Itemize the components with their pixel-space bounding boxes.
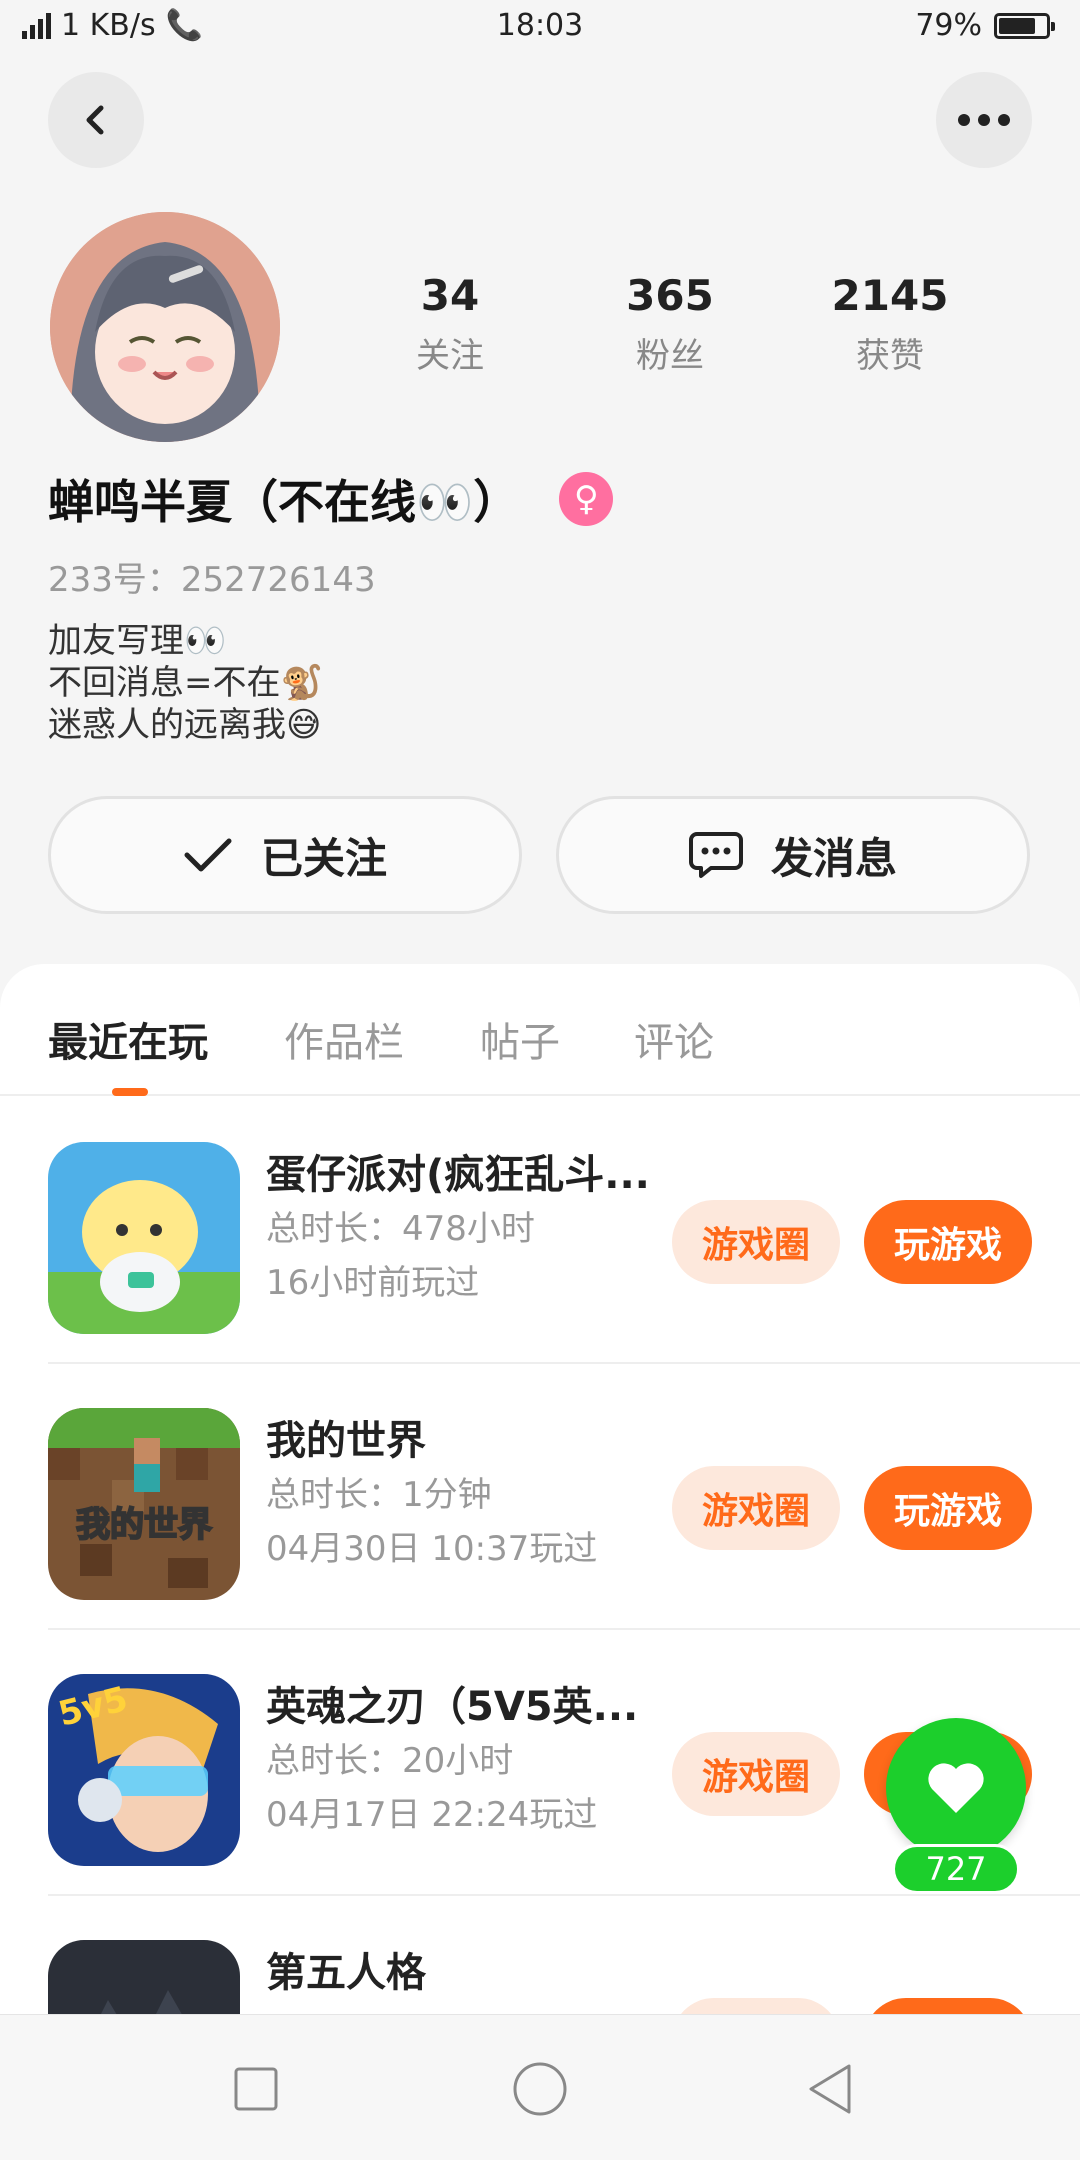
status-bar: 1 KB/s 📞 18:03 79% <box>0 0 1080 56</box>
game-icon <box>48 1142 240 1334</box>
game-last-played: 04月17日 22:24玩过 <box>266 1795 598 1835</box>
user-id: 233号：252726143 <box>48 560 376 600</box>
back-button[interactable] <box>48 72 144 168</box>
battery-icon <box>994 12 1055 39</box>
game-title: 我的世界 <box>266 1418 426 1464</box>
game-item[interactable]: 我的世界 我的世界 总时长：1分钟 04月30日 10:37玩过 游戏圈 玩游戏 <box>48 1364 1080 1630</box>
stat-value: 2145 <box>831 271 949 320</box>
chat-bubble-icon <box>688 832 743 878</box>
recent-apps-button[interactable] <box>226 2059 286 2119</box>
game-info: 我的世界 总时长：1分钟 04月30日 10:37玩过 <box>266 1414 597 1576</box>
profile-stats: 34 关注 365 粉丝 2145 获赞 <box>340 270 1040 377</box>
heart-icon <box>928 1763 984 1813</box>
svg-text:我的世界: 我的世界 <box>76 1505 212 1545</box>
square-icon <box>234 2067 278 2111</box>
bio-line: 不回消息=不在🐒 <box>48 663 323 703</box>
battery-percent: 79% <box>915 8 982 43</box>
tab-indicator <box>112 1088 148 1096</box>
game-info: 英魂之刃（5V5英... 总时长：20小时 04月17日 22:24玩过 <box>266 1680 638 1842</box>
stat-value: 34 <box>420 271 480 320</box>
play-game-button[interactable]: 玩游戏 <box>864 1466 1032 1550</box>
triangle-back-icon <box>809 2064 851 2114</box>
tab-posts[interactable]: 帖子 <box>480 1010 560 1068</box>
stat-following[interactable]: 34 关注 <box>340 270 560 377</box>
game-info: 蛋仔派对(疯狂乱斗... 总时长：478小时 16小时前玩过 <box>266 1148 650 1310</box>
status-right: 79% <box>915 8 1055 43</box>
game-duration: 总时长：20小时 <box>266 1741 514 1781</box>
stat-label: 关注 <box>416 336 484 376</box>
game-circle-button[interactable]: 游戏圈 <box>672 1466 840 1550</box>
tab-comments[interactable]: 评论 <box>634 1010 714 1068</box>
game-title: 英魂之刃（5V5英... <box>266 1684 639 1730</box>
checkmark-icon <box>184 838 232 872</box>
chevron-left-icon <box>86 105 104 135</box>
name-row: 蝉鸣半夏（不在线👀） ♀ <box>48 466 614 532</box>
game-info: 第五人格 <box>266 1946 426 2000</box>
like-count: 727 <box>892 1844 1020 1894</box>
stat-label: 粉丝 <box>636 336 704 376</box>
game-duration: 总时长：1分钟 <box>266 1475 492 1515</box>
avatar[interactable] <box>50 212 280 442</box>
follow-label: 已关注 <box>260 833 387 883</box>
play-game-button[interactable]: 玩游戏 <box>864 1200 1032 1284</box>
message-label: 发消息 <box>770 833 897 883</box>
home-button[interactable] <box>510 2059 570 2119</box>
game-circle-button[interactable]: 游戏圈 <box>672 1998 840 2014</box>
follow-button[interactable]: 已关注 <box>48 796 522 914</box>
tab-works[interactable]: 作品栏 <box>284 1010 404 1068</box>
ellipsis-icon <box>958 114 1010 126</box>
play-game-button[interactable]: 玩游戏 <box>864 1998 1032 2014</box>
stat-followers[interactable]: 365 粉丝 <box>560 270 780 377</box>
game-duration: 总时长：478小时 <box>266 1209 535 1249</box>
more-button[interactable] <box>936 72 1032 168</box>
stat-label: 获赞 <box>856 336 924 376</box>
game-last-played: 16小时前玩过 <box>266 1263 480 1303</box>
avatar-image <box>50 212 280 442</box>
system-nav-bar <box>0 2014 1080 2160</box>
game-title: 蛋仔派对(疯狂乱斗... <box>266 1152 650 1198</box>
game-last-played: 04月30日 10:37玩过 <box>266 1529 598 1569</box>
game-title: 第五人格 <box>266 1950 426 1996</box>
bio-line: 加友写理👀 <box>48 621 227 661</box>
tab-recent-played[interactable]: 最近在玩 <box>48 1010 208 1068</box>
game-circle-button[interactable]: 游戏圈 <box>672 1732 840 1816</box>
user-name: 蝉鸣半夏（不在线👀） <box>48 475 520 529</box>
game-item[interactable]: 蛋仔派对(疯狂乱斗... 总时长：478小时 16小时前玩过 游戏圈 玩游戏 <box>48 1098 1080 1364</box>
profile-tabs: 最近在玩 作品栏 帖子 评论 <box>0 964 1080 1096</box>
game-circle-button[interactable]: 游戏圈 <box>672 1200 840 1284</box>
send-message-button[interactable]: 发消息 <box>556 796 1030 914</box>
circle-icon <box>513 2062 567 2116</box>
game-icon <box>48 1940 240 2014</box>
stat-likes[interactable]: 2145 获赞 <box>780 270 1000 377</box>
like-button[interactable] <box>886 1718 1026 1858</box>
back-nav-button[interactable] <box>800 2059 860 2119</box>
user-bio: 加友写理👀 不回消息=不在🐒 迷惑人的远离我😅 <box>48 620 323 746</box>
female-gender-icon: ♀ <box>559 472 614 526</box>
bio-line: 迷惑人的远离我😅 <box>48 705 322 745</box>
game-icon: 5v5 <box>48 1674 240 1866</box>
game-icon: 我的世界 <box>48 1408 240 1600</box>
game-item[interactable]: 第五人格 游戏圈 玩游戏 <box>48 1896 1080 2014</box>
stat-value: 365 <box>626 271 714 320</box>
